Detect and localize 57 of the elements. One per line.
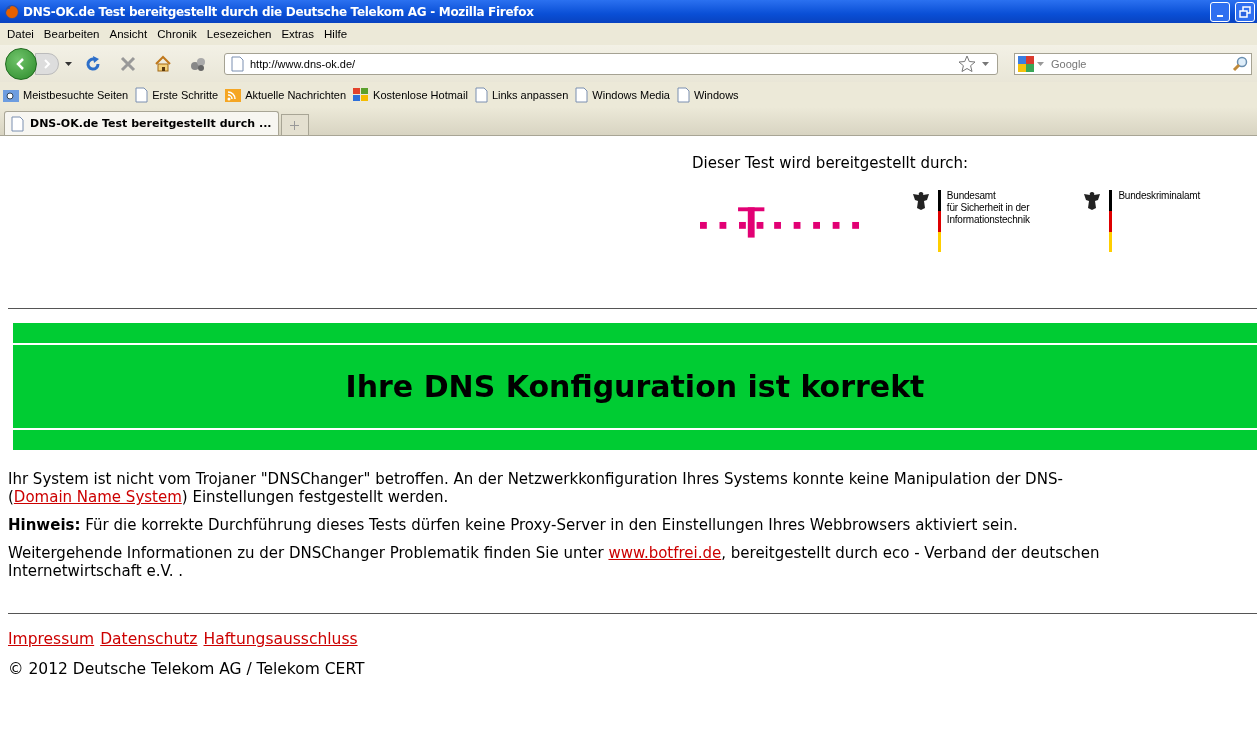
page-icon xyxy=(135,86,149,103)
flag-stripe-icon xyxy=(937,190,941,252)
window-title: DNS-OK.de Test bereitgestellt durch die Deutsche Telekom AG - Mozilla Firefox xyxy=(23,4,534,19)
minimize-icon xyxy=(1217,14,1223,17)
caret-icon[interactable] xyxy=(65,61,72,66)
page-icon xyxy=(575,86,589,103)
bookmark-item[interactable]: Windows Media xyxy=(575,86,670,103)
home-icon[interactable] xyxy=(154,54,172,73)
back-button[interactable] xyxy=(5,47,37,80)
minimize-button[interactable] xyxy=(1210,1,1230,22)
agency-name: Bundeskriminalamt xyxy=(1118,190,1201,202)
windows-logo-icon xyxy=(353,87,370,102)
page-icon xyxy=(676,86,690,103)
provider-heading: Dieser Test wird bereitgestellt durch: xyxy=(692,154,970,172)
copyright: © 2012 Deutsche Telekom AG / Telekom CERT xyxy=(8,660,366,678)
google-icon[interactable] xyxy=(1018,55,1034,72)
plus-icon xyxy=(290,120,299,130)
footer-link[interactable]: Haftungsausschluss xyxy=(203,630,358,648)
bookmark-item[interactable]: Erste Schritte xyxy=(135,86,219,103)
flag-stripe-icon xyxy=(1109,190,1113,252)
paragraph: Ihr System ist nicht vom Trojaner "DNSChanger" betroffen. An der Netzwerkkonfiguration Ihres Systems konnte keine Manipulation der DNS-(Domain Name System) Einstellungen festgestellt werden. xyxy=(8,470,1064,506)
menu-item[interactable]: Datei xyxy=(2,28,39,40)
menu-item[interactable]: Ansicht xyxy=(104,28,153,40)
browser-tab[interactable]: DNS-OK.de Test bereitgestellt durch ... xyxy=(4,111,279,135)
search-box[interactable]: Google xyxy=(1014,52,1252,75)
bookmark-item[interactable]: Kostenlose Hotmail xyxy=(353,87,468,102)
forward-button[interactable] xyxy=(35,52,59,75)
paragraph: Hinweis: Für die korrekte Durchführung dieses Tests dürfen keine Proxy-Server in den Einstellungen Ihres Webbrowsers aktiviert sein. xyxy=(8,516,1019,534)
menu-item[interactable]: Bearbeiten xyxy=(38,28,105,40)
menu-item[interactable]: Hilfe xyxy=(319,28,353,40)
page-icon xyxy=(11,115,24,132)
search-icon[interactable] xyxy=(1232,55,1248,72)
reload-icon[interactable] xyxy=(84,54,102,73)
restore-icon xyxy=(1239,5,1251,18)
footer-link[interactable]: Datenschutz xyxy=(100,630,198,648)
address-bar[interactable]: http://www.dns-ok.de/ xyxy=(224,52,998,75)
bookmark-item[interactable]: Links anpassen xyxy=(474,86,569,103)
page-icon xyxy=(231,55,244,72)
restore-button[interactable] xyxy=(1235,1,1255,22)
text-link[interactable]: Domain Name System xyxy=(13,488,182,506)
menu-item[interactable]: Chronik xyxy=(152,28,202,40)
folder-icon xyxy=(3,87,19,102)
addon-icon[interactable] xyxy=(190,55,206,72)
bookmark-item[interactable]: Aktuelle Nachrichten xyxy=(225,87,347,102)
bookmark-item[interactable]: Windows xyxy=(676,86,739,103)
menu-item[interactable]: Lesezeichen xyxy=(201,28,277,40)
feed-icon xyxy=(225,87,242,102)
star-icon[interactable] xyxy=(958,54,976,73)
menu-item[interactable]: Extras xyxy=(276,28,319,40)
bookmark-item[interactable]: Meistbesuchte Seiten xyxy=(3,87,129,102)
text-link[interactable]: www.botfrei.de xyxy=(608,544,722,562)
stop-icon[interactable] xyxy=(120,55,136,72)
paragraph: Weitergehende Informationen zu der DNSChanger Problematik finden Sie unter www.botfrei.de, bereitgestellt durch eco - Verband der deutschen Internetwirtschaft e.V. . xyxy=(8,544,1101,580)
agency-name: Bundesamt für Sicherheit in der Informationstechnik xyxy=(946,190,1030,226)
status-banner: Ihre DNS Konfiguration ist korrekt xyxy=(13,323,1257,450)
footer-link[interactable]: Impressum xyxy=(8,630,95,648)
page-icon xyxy=(474,86,488,103)
